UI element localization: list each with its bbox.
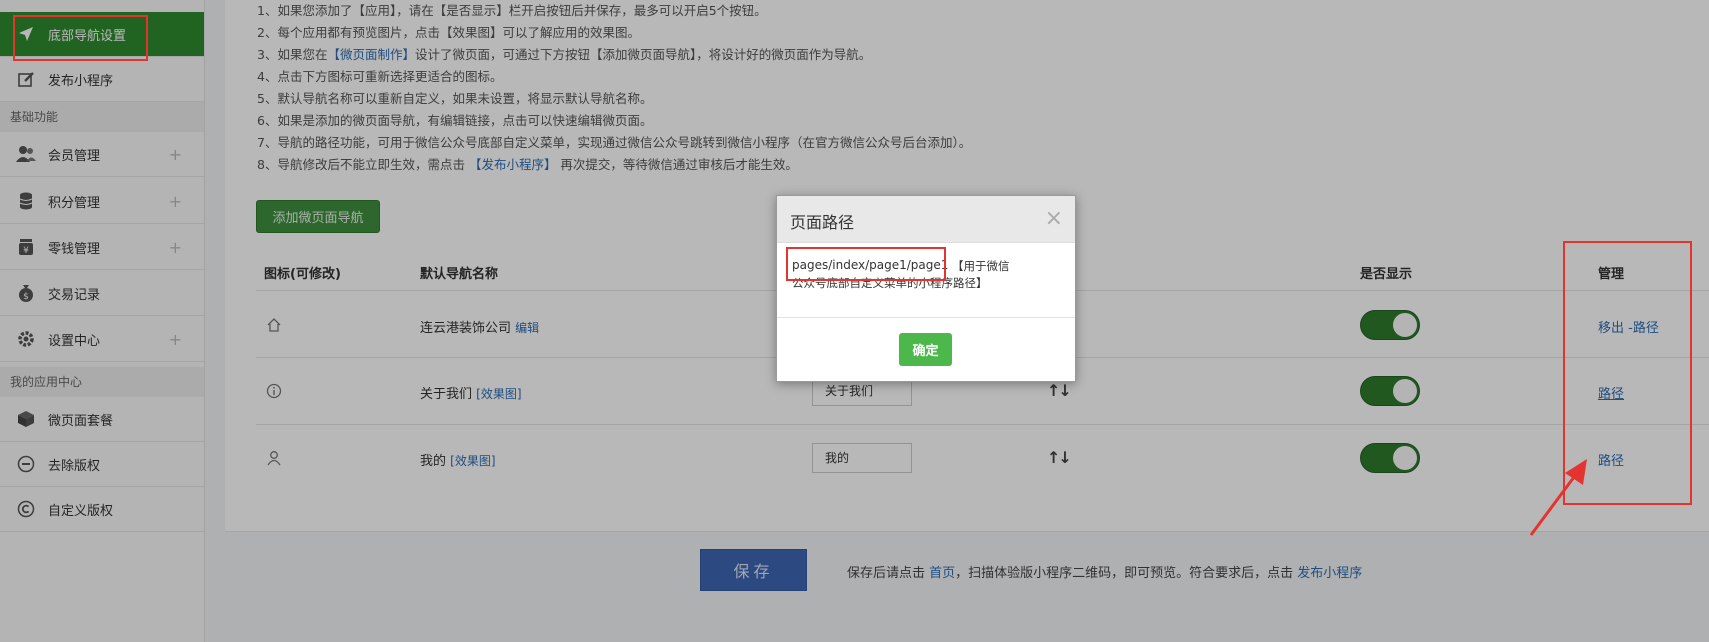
highlight-box: [13, 15, 148, 61]
path-note: 【用于微信: [952, 259, 1010, 273]
close-icon[interactable]: ×: [1045, 206, 1063, 231]
confirm-button[interactable]: 确定: [899, 333, 952, 366]
highlight-box: [786, 247, 946, 281]
dialog-title: 页面路径: [790, 213, 855, 232]
annotation-arrow-icon: [1529, 459, 1587, 536]
divider: [777, 317, 1075, 318]
page-path-dialog: 页面路径 × pages/index/page1/page1 【用于微信 公众号…: [776, 195, 1076, 382]
dialog-header: 页面路径 ×: [777, 196, 1075, 243]
